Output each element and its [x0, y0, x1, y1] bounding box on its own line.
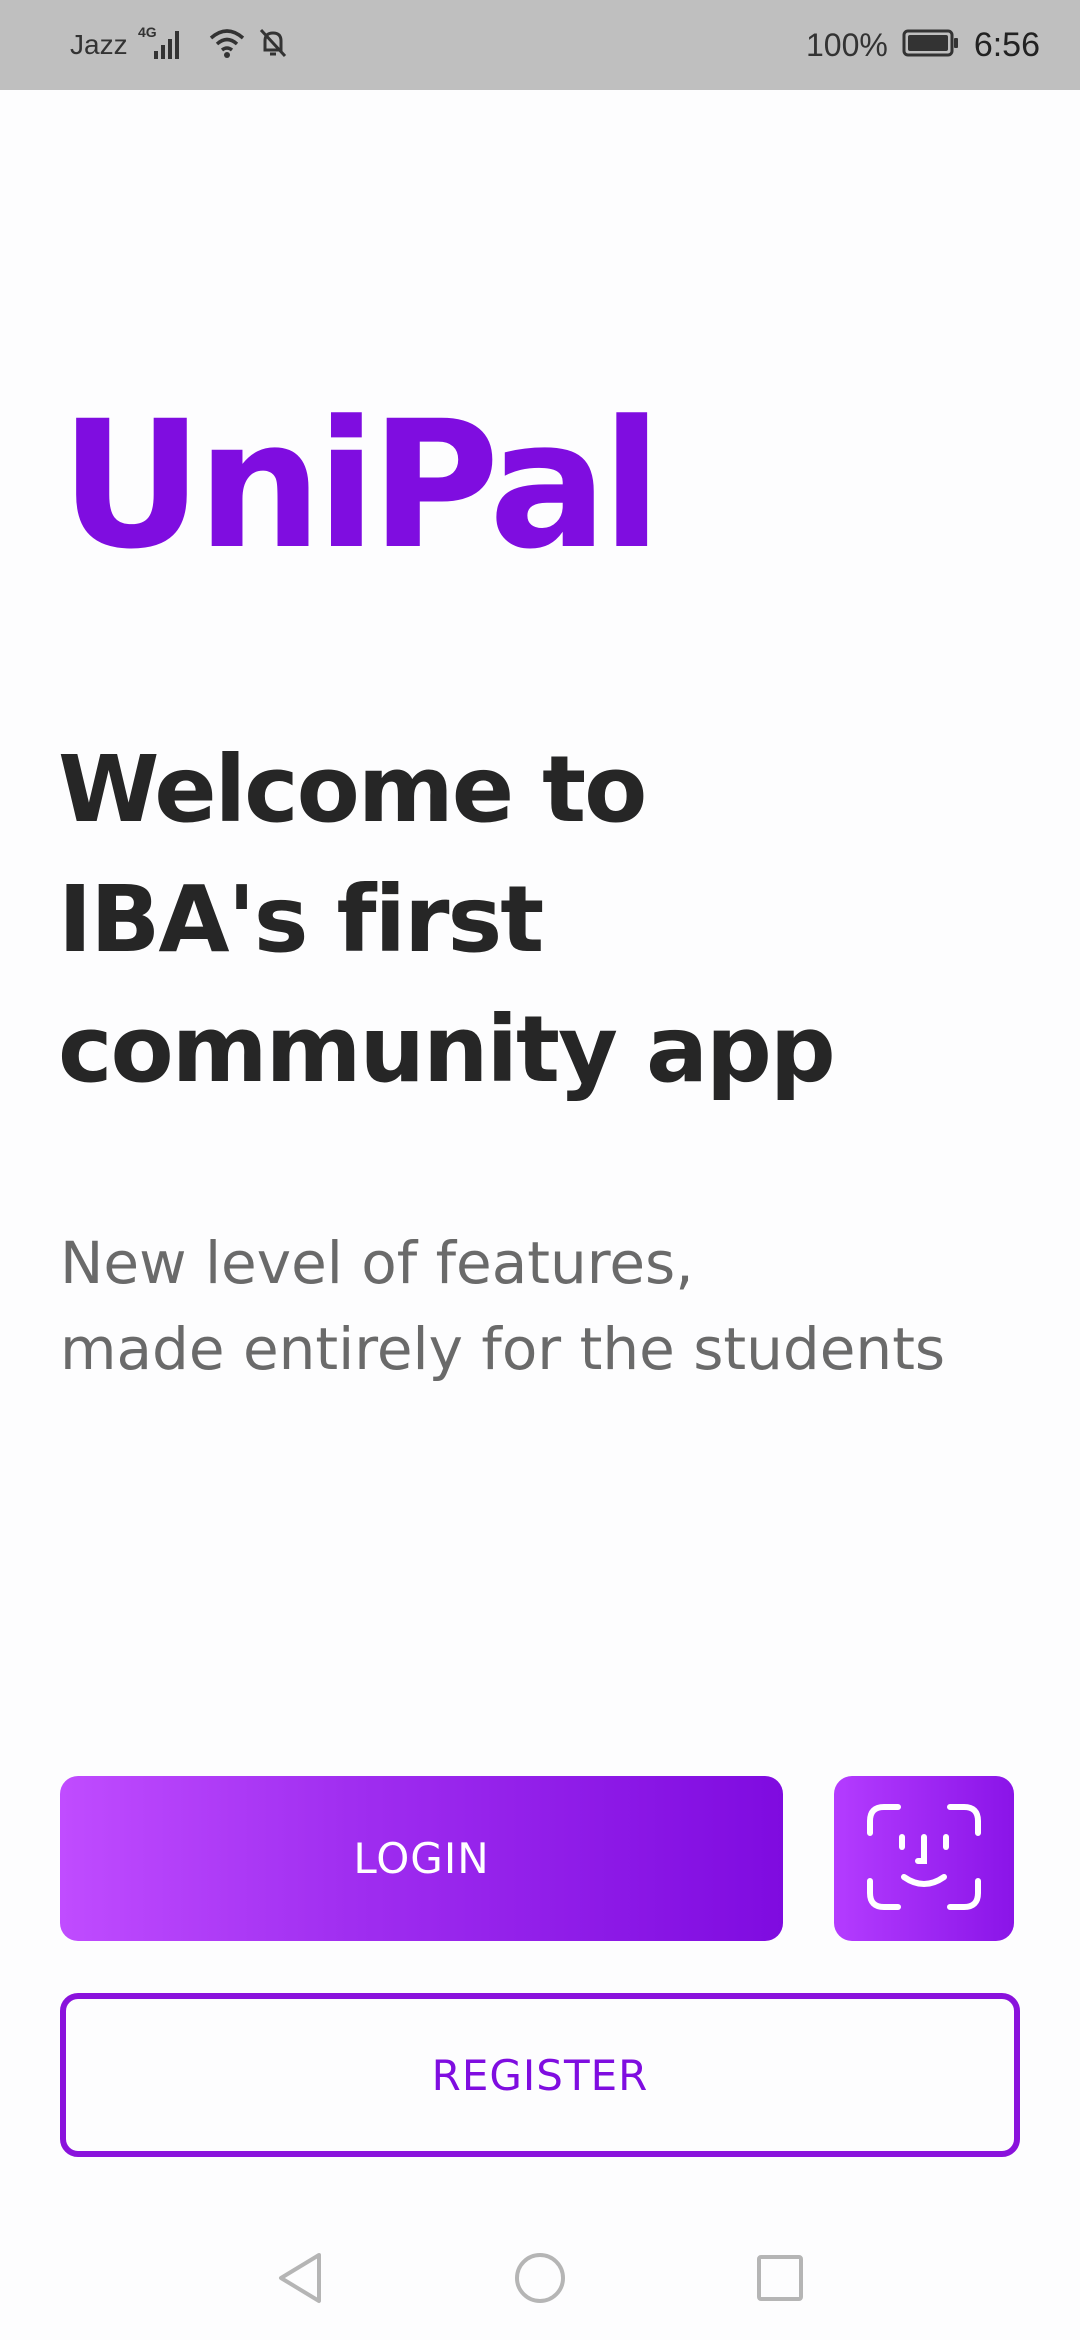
register-button[interactable]: REGISTER: [60, 1993, 1020, 2157]
back-button[interactable]: [270, 2250, 330, 2310]
status-left: Jazz 4G: [70, 23, 290, 68]
system-navigation-bar: [0, 2220, 1080, 2340]
home-icon: [513, 2251, 567, 2309]
network-type-label: 4G: [138, 24, 157, 40]
subtitle-line: made entirely for the students: [60, 1315, 946, 1383]
battery-percent: 100%: [805, 26, 888, 63]
bell-off-icon: [256, 26, 290, 65]
headline-line: community app: [58, 996, 836, 1103]
face-id-icon: [866, 1803, 982, 1915]
recents-icon: [755, 2253, 805, 2307]
wifi-icon: [208, 26, 246, 65]
app-logo: UniPal: [60, 383, 662, 588]
carrier-name: Jazz: [70, 29, 128, 60]
welcome-screen: Jazz 4G 100% 6:56 UniPal Welcome to IBA'…: [0, 0, 1080, 2340]
clock: 6:56: [973, 25, 1040, 64]
home-button[interactable]: [510, 2250, 570, 2310]
battery-icon: [902, 28, 960, 63]
signal-icon: 4G: [138, 23, 198, 68]
welcome-subtitle: New level of features, made entirely for…: [60, 1220, 1040, 1392]
subtitle-line: New level of features,: [60, 1229, 694, 1297]
headline-line: Welcome to: [58, 736, 647, 843]
login-button[interactable]: LOGIN: [60, 1776, 783, 1941]
back-icon: [275, 2251, 325, 2309]
headline-line: IBA's first: [58, 866, 544, 973]
face-id-button[interactable]: [834, 1776, 1014, 1941]
status-bar: Jazz 4G 100% 6:56: [0, 0, 1080, 90]
welcome-headline: Welcome to IBA's first community app: [58, 725, 1018, 1115]
recents-button[interactable]: [750, 2250, 810, 2310]
status-right: 100% 6:56: [806, 26, 1040, 65]
